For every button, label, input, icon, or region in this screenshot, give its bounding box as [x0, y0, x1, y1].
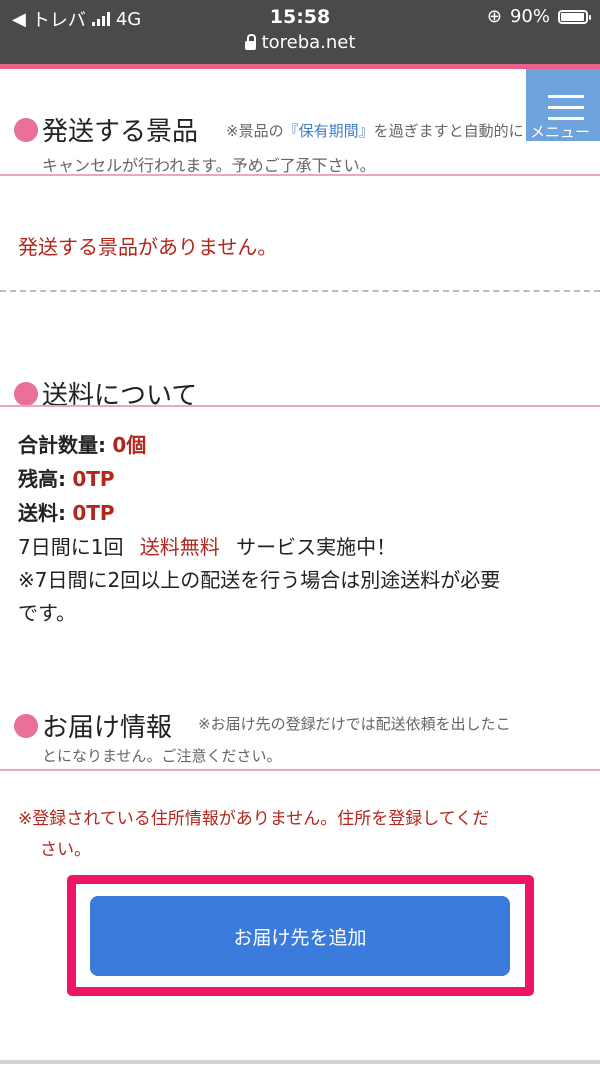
add-address-button[interactable]: お届け先を追加 [90, 896, 510, 976]
promo-text: 7日間に1回 [18, 535, 124, 559]
hamburger-icon-bar [548, 106, 584, 109]
section-divider [0, 174, 600, 176]
fee-row: 送料: 0TP [18, 497, 115, 526]
no-address-error-line2: さい。 [40, 840, 91, 860]
extra-fee-caution: ※7日間に2回以上の配送を行う場合は別途送料が必要 [18, 568, 501, 592]
retention-period-link[interactable]: 『保有期間』 [284, 122, 374, 140]
delivery-note-line2: とになりません。ご注意ください。 [42, 747, 282, 765]
bullet-dot-icon [14, 713, 38, 738]
balance-row: 残高: 0TP [18, 463, 115, 492]
fee-label: 送料: [18, 501, 66, 525]
bullet-dot-icon [14, 381, 38, 406]
section-shipping-items: 発送する景品 [14, 111, 198, 148]
retention-note-line2: キャンセルが行われます。予めご了承下さい。 [42, 156, 376, 175]
section-delivery-info: お届け情報 [14, 707, 172, 744]
hamburger-icon-bar [548, 117, 584, 120]
battery-percent: 90% [509, 6, 550, 27]
section-divider [0, 769, 600, 771]
menu-label: メニュー [530, 123, 591, 141]
extra-fee-caution-line2: です。 [18, 601, 76, 625]
section-title: 発送する景品 [42, 117, 199, 147]
free-shipping-promo: 7日間に1回 送料無料 サービス実施中！ [18, 531, 396, 560]
promo-text: サービス実施中！ [236, 535, 397, 559]
delivery-note: ※お届け先の登録だけでは配送依頼を出したこ [198, 715, 511, 733]
empty-items-message: 発送する景品がありません。 [18, 235, 278, 259]
no-address-error: ※登録されている住所情報がありません。住所を登録してくだ [18, 809, 490, 829]
total-quantity-value: 0個 [112, 433, 147, 457]
section-title: お届け情報 [42, 713, 173, 743]
section-divider [0, 405, 600, 407]
url-text[interactable]: toreba.net [262, 32, 356, 53]
total-quantity-row: 合計数量: 0個 [18, 429, 146, 458]
bullet-dot-icon [14, 117, 38, 142]
battery-icon [558, 9, 591, 24]
balance-value: 0TP [72, 467, 115, 491]
status-bar: ◀ トレバ 4G 15:58 ⊕ 90% toreba.net [0, 0, 600, 64]
fee-value: 0TP [72, 501, 115, 525]
hamburger-icon [548, 95, 584, 98]
url-bar[interactable]: toreba.net [0, 32, 600, 53]
promo-highlight: 送料無料 [139, 535, 220, 559]
orientation-lock-icon: ⊕ [486, 6, 502, 27]
total-quantity-label: 合計数量: [18, 433, 106, 457]
lock-icon [244, 34, 256, 50]
note-text: ※景品の [226, 122, 284, 140]
header-accent-strip [0, 64, 600, 69]
status-right: ⊕ 90% [486, 6, 591, 27]
retention-note: ※景品の『保有期間』を過ぎますと自動的に [226, 120, 538, 141]
dashed-divider [0, 290, 600, 292]
footer-divider [0, 1060, 600, 1064]
note-text: を過ぎますと自動的に [373, 122, 524, 140]
balance-label: 残高: [18, 467, 66, 491]
